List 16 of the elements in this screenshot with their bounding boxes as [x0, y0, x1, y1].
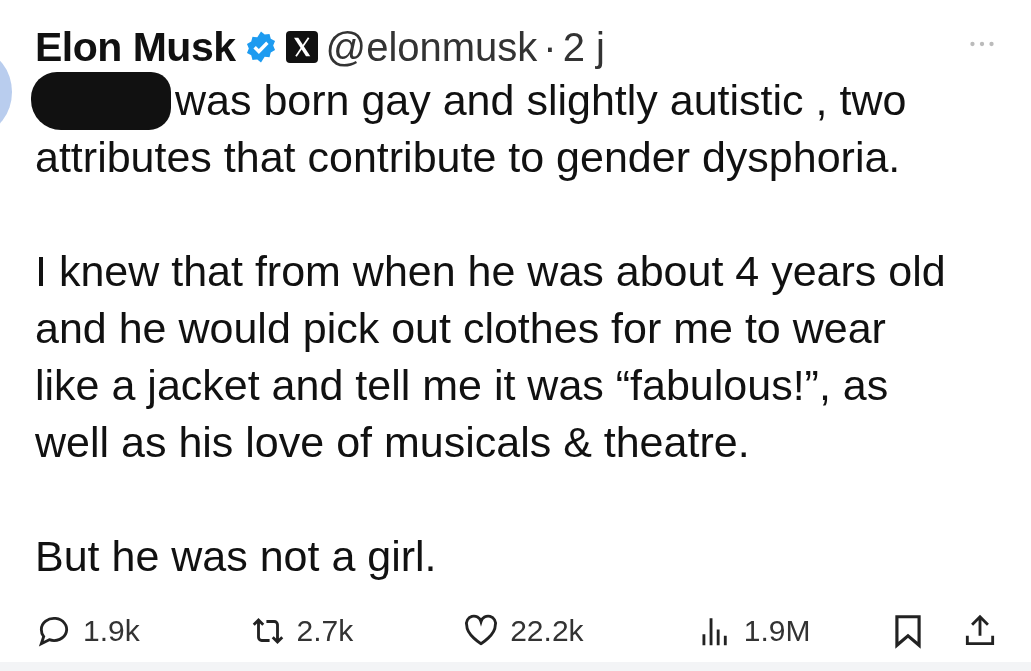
post-text-line: was born gay and slightly autistic , two	[175, 75, 907, 126]
action-button[interactable]: 2.7k	[248, 612, 429, 650]
author-handle[interactable]: @elonmusk	[325, 24, 538, 70]
post-time[interactable]: 2 j	[562, 24, 605, 70]
post-text-line: like a jacket and tell me it was “fabulous!”, as	[35, 360, 889, 411]
action-button[interactable]: 1.9M	[695, 612, 856, 650]
action-button[interactable]: 1.9k	[35, 612, 215, 650]
post-text-line: I knew that from when he was about 4 years old	[35, 246, 946, 297]
post-text-line: attributes that contribute to gender dysphoria.	[35, 132, 901, 183]
post-text-line: But he was not a girl.	[35, 531, 437, 582]
author-name[interactable]: Elon Musk	[35, 23, 236, 71]
post-text-line: well as his love of musicals & theatre.	[35, 417, 750, 468]
separator-dot: ·	[543, 24, 557, 70]
post-text-line: and he would pick out clothes for me to wear	[35, 303, 886, 354]
action-button[interactable]: 22.2k	[462, 612, 663, 650]
x-logo-icon	[285, 31, 318, 63]
